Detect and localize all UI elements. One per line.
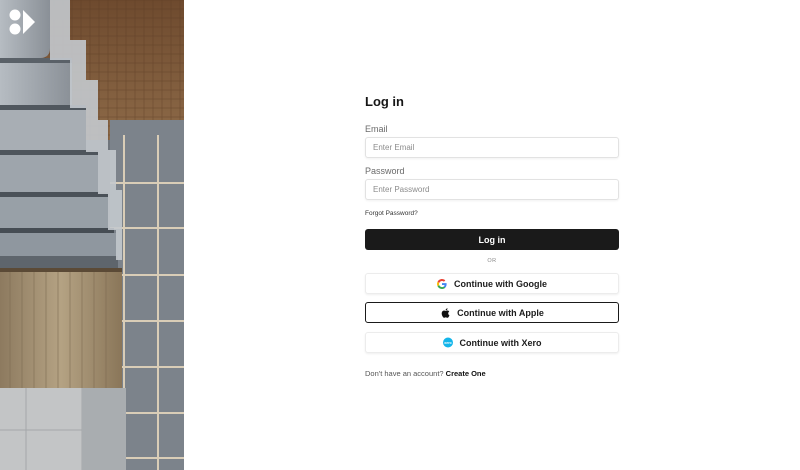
continue-with-xero-button[interactable]: xero Continue with Xero — [365, 332, 619, 353]
email-label: Email — [365, 124, 388, 134]
apple-icon — [440, 307, 450, 318]
svg-text:xero: xero — [444, 341, 451, 345]
forgot-password-link[interactable]: Forgot Password? — [365, 210, 418, 217]
page-title: Log in — [365, 94, 404, 109]
create-account-link[interactable]: Create One — [446, 369, 486, 378]
hero-image — [0, 0, 184, 470]
or-divider: OR — [487, 258, 497, 264]
xero-button-label: Continue with Xero — [459, 337, 542, 348]
xero-icon: xero — [442, 337, 453, 348]
continue-with-google-button[interactable]: Continue with Google — [365, 273, 619, 294]
continue-with-apple-button[interactable]: Continue with Apple — [365, 302, 619, 323]
login-form: Log in Email Password Forgot Password? L… — [365, 90, 619, 378]
email-input[interactable] — [365, 137, 619, 158]
google-button-label: Continue with Google — [454, 278, 547, 289]
password-label: Password — [365, 166, 405, 176]
brand-logo-icon[interactable] — [8, 8, 38, 38]
password-input[interactable] — [365, 179, 619, 200]
signup-prompt: Don't have an account? Create One — [365, 369, 486, 378]
apple-button-label: Continue with Apple — [457, 307, 544, 318]
login-button[interactable]: Log in — [365, 229, 619, 250]
google-icon — [437, 278, 447, 289]
signup-prompt-text: Don't have an account? — [365, 369, 444, 378]
